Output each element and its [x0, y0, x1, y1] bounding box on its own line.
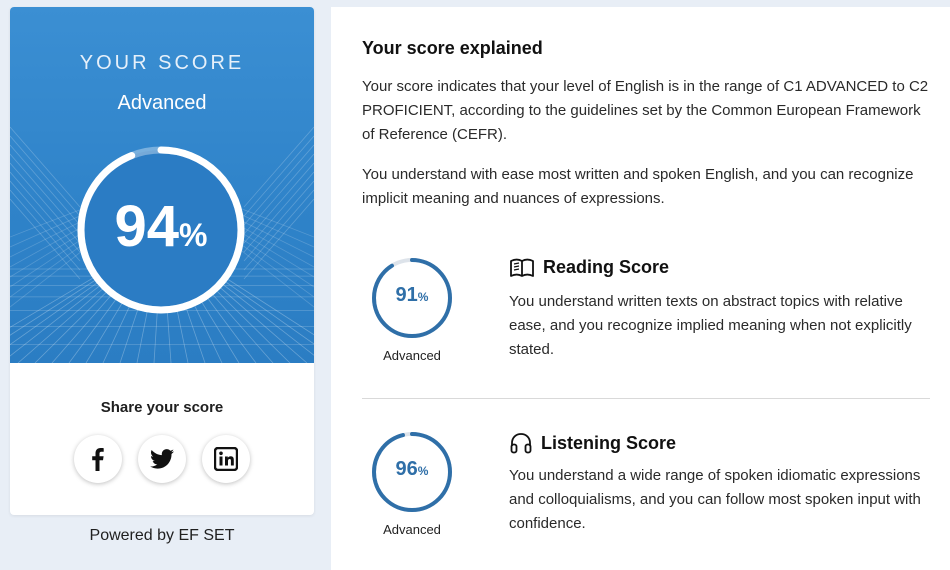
- book-icon: [510, 258, 534, 277]
- headphones-icon: [510, 433, 532, 454]
- pattern-line: [10, 180, 81, 262]
- pattern-line: [10, 144, 81, 226]
- pattern-line: [243, 198, 314, 280]
- reading-description: You understand written texts on abstract…: [509, 293, 912, 358]
- pattern-line: [243, 171, 314, 253]
- share-title: Share your score: [100, 399, 224, 416]
- reading-heading: Reading Score: [509, 257, 669, 278]
- left-column: YOUR SCORE Advanced 94% Share your score: [0, 0, 330, 570]
- pattern-line: [10, 126, 81, 208]
- pattern-line: [10, 153, 81, 235]
- score-hero: YOUR SCORE Advanced 94%: [10, 7, 314, 363]
- pattern-line: [243, 153, 314, 235]
- linkedin-share-button[interactable]: [202, 435, 250, 483]
- score-explanation-panel: Your score explained Your score indicate…: [331, 7, 950, 570]
- pattern-line: [10, 198, 81, 280]
- facebook-icon: [92, 448, 104, 471]
- listening-score-value: 96%: [395, 458, 429, 480]
- section-divider: [362, 398, 930, 399]
- listening-description: You understand a wide range of spoken id…: [509, 467, 921, 532]
- pattern-line: [243, 144, 314, 226]
- reading-heading-label: Reading Score: [543, 257, 670, 277]
- listening-heading-label: Listening Score: [541, 432, 677, 453]
- pattern-line: [243, 162, 314, 244]
- score-title: YOUR SCORE: [79, 52, 245, 74]
- twitter-share-button[interactable]: [138, 435, 186, 483]
- pattern-line: [10, 162, 81, 244]
- explanation-title: Your score explained: [362, 38, 543, 58]
- facebook-share-button[interactable]: [74, 435, 122, 483]
- explanation-paragraph-2: You understand with ease most written an…: [362, 166, 914, 207]
- linkedin-icon: [214, 447, 238, 471]
- reading-score-value: 91%: [395, 284, 429, 306]
- twitter-icon: [150, 449, 174, 469]
- explanation-paragraph-1: Your score indicates that your level of …: [362, 78, 929, 143]
- pattern-line: [243, 189, 314, 271]
- score-value: 94%: [114, 194, 208, 259]
- listening-heading: Listening Score: [509, 431, 676, 455]
- powered-by-footer: Powered by EF SET: [89, 527, 235, 544]
- reading-level: Advanced: [383, 348, 441, 363]
- score-card: YOUR SCORE Advanced 94% Share your score: [10, 7, 314, 515]
- pattern-line: [243, 135, 314, 217]
- pattern-line: [10, 135, 81, 217]
- score-level: Advanced: [117, 92, 207, 114]
- pattern-line: [10, 171, 81, 253]
- pattern-line: [10, 189, 81, 271]
- pattern-line: [243, 180, 314, 262]
- listening-level: Advanced: [383, 522, 441, 537]
- pattern-line: [243, 126, 314, 208]
